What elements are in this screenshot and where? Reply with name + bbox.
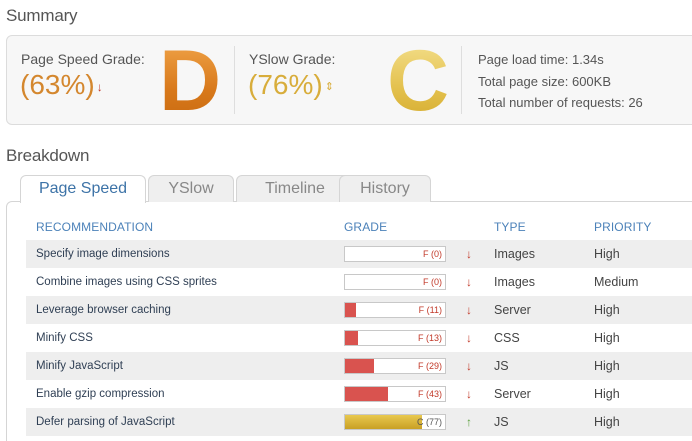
priority-cell: High	[594, 247, 620, 261]
arrow-down-icon: ↓	[466, 247, 472, 261]
table-row[interactable]: Minify CSS F (13) ↓ CSS High	[26, 324, 692, 352]
page-speed-grade-label: Page Speed Grade:	[21, 51, 145, 67]
priority-cell: High	[594, 387, 620, 401]
priority-cell: High	[594, 303, 620, 317]
grade-bar-label: F (11)	[418, 305, 442, 315]
page-speed-percent: (63%) ↓	[20, 69, 103, 101]
stat-label: Page load time:	[478, 52, 569, 67]
stat-value: 1.34s	[571, 52, 604, 67]
arrow-down-icon: ↓	[466, 331, 472, 345]
yslow-percent: (76%) ⇕	[248, 69, 334, 101]
recommendation-name[interactable]: Combine images using CSS sprites	[36, 268, 217, 296]
column-header-recommendation[interactable]: RECOMMENDATION	[36, 220, 153, 234]
type-cell: Server	[494, 387, 531, 401]
type-cell: Images	[494, 275, 535, 289]
type-cell: JS	[494, 359, 509, 373]
yslow-percent-value: (76%)	[248, 69, 323, 100]
page-speed-percent-value: (63%)	[20, 69, 95, 100]
arrow-down-icon: ↓	[466, 359, 472, 373]
recommendation-name[interactable]: Minify JavaScript	[36, 352, 123, 380]
priority-cell: Medium	[594, 275, 639, 289]
grade-bar: F (11)	[344, 302, 446, 318]
grade-bar-fill	[345, 387, 388, 401]
table-row[interactable]: Enable gzip compression F (43) ↓ Server High	[26, 380, 692, 408]
stat-value: 26	[628, 95, 643, 110]
summary-panel: Page Speed Grade: (63%) ↓ D YSlow Grade: …	[6, 35, 692, 125]
recommendation-name[interactable]: Enable gzip compression	[36, 380, 165, 408]
priority-cell: High	[594, 415, 620, 429]
recommendation-name[interactable]: Leverage browser caching	[36, 296, 171, 324]
type-cell: CSS	[494, 331, 520, 345]
page-speed-letter-grade: D	[159, 33, 222, 129]
page-speed-grade: Page Speed Grade: (63%) ↓ D	[7, 36, 235, 124]
grade-bar: F (0)	[344, 246, 446, 262]
grade-bar: F (0)	[344, 274, 446, 290]
grade-bar: F (13)	[344, 330, 446, 346]
arrow-down-icon: ↓	[466, 387, 472, 401]
grade-bar: F (43)	[344, 386, 446, 402]
grade-bar-label: F (43)	[417, 389, 442, 399]
arrow-up-icon: ↑	[466, 415, 472, 429]
divider	[461, 46, 462, 114]
tab-history[interactable]: History	[339, 175, 431, 202]
stat-value: 600KB	[571, 73, 612, 89]
table-row[interactable]: Specify image dimensions F (0) ↓ Images High	[26, 240, 692, 268]
grade-bar-fill	[345, 359, 374, 373]
stat-requests: Total number of requests: 26	[478, 92, 643, 114]
arrow-down-icon: ↓	[466, 303, 472, 317]
grade-bar: C (77)	[344, 414, 446, 430]
summary-title: Summary	[6, 6, 78, 25]
type-cell: Images	[494, 247, 535, 261]
yslow-letter-grade: C	[387, 33, 450, 129]
type-cell: JS	[494, 415, 509, 429]
type-cell: Server	[494, 303, 531, 317]
stat-label: Total number of requests:	[478, 95, 625, 110]
stat-label: Total page size:	[478, 73, 569, 89]
grade-bar-fill	[345, 331, 358, 345]
grade-bar-fill	[345, 303, 356, 317]
stat-load-time: Page load time: 1.34s	[478, 49, 643, 71]
page-stats: Page load time: 1.34s Total page size: 6…	[478, 49, 643, 114]
arrow-updown-icon: ⇕	[324, 81, 334, 94]
stat-page-size: Total page size: 600KB	[478, 71, 643, 93]
table-row[interactable]: Minify JavaScript F (29) ↓ JS High	[26, 352, 692, 380]
table-row[interactable]: Defer parsing of JavaScript C (77) ↑ JS High	[26, 408, 692, 436]
column-header-priority[interactable]: PRIORITY	[594, 220, 651, 234]
recommendation-name[interactable]: Minify CSS	[36, 324, 93, 352]
grade-bar-label: F (13)	[417, 333, 442, 343]
table-row[interactable]: Leverage browser caching F (11) ↓ Server Hig…	[26, 296, 692, 324]
recommendation-name[interactable]: Defer parsing of JavaScript	[36, 408, 175, 436]
grade-bar-label: F (0)	[423, 249, 442, 259]
arrow-down-icon: ↓	[466, 275, 472, 289]
tab-timeline[interactable]: Timeline	[236, 175, 354, 202]
column-header-type[interactable]: TYPE	[494, 220, 526, 234]
grade-bar-label: F (0)	[423, 277, 442, 287]
yslow-grade-label: YSlow Grade:	[249, 51, 336, 67]
grade-bar-label: C (77)	[416, 417, 442, 427]
tab-page-speed[interactable]: Page Speed	[20, 175, 146, 203]
priority-cell: High	[594, 331, 620, 345]
grade-bar-fill	[345, 415, 422, 429]
grade-bar-label: F (29)	[417, 361, 442, 371]
recommendation-name[interactable]: Specify image dimensions	[36, 240, 170, 268]
table-row[interactable]: Combine images using CSS sprites F (0) ↓ Im…	[26, 268, 692, 296]
breakdown-title: Breakdown	[6, 146, 90, 165]
column-header-grade[interactable]: GRADE	[344, 220, 387, 234]
grade-bar: F (29)	[344, 358, 446, 374]
priority-cell: High	[594, 359, 620, 373]
yslow-grade: YSlow Grade: (76%) ⇕ C	[235, 36, 461, 124]
arrow-down-icon: ↓	[96, 79, 103, 94]
tab-yslow[interactable]: YSlow	[148, 175, 234, 202]
